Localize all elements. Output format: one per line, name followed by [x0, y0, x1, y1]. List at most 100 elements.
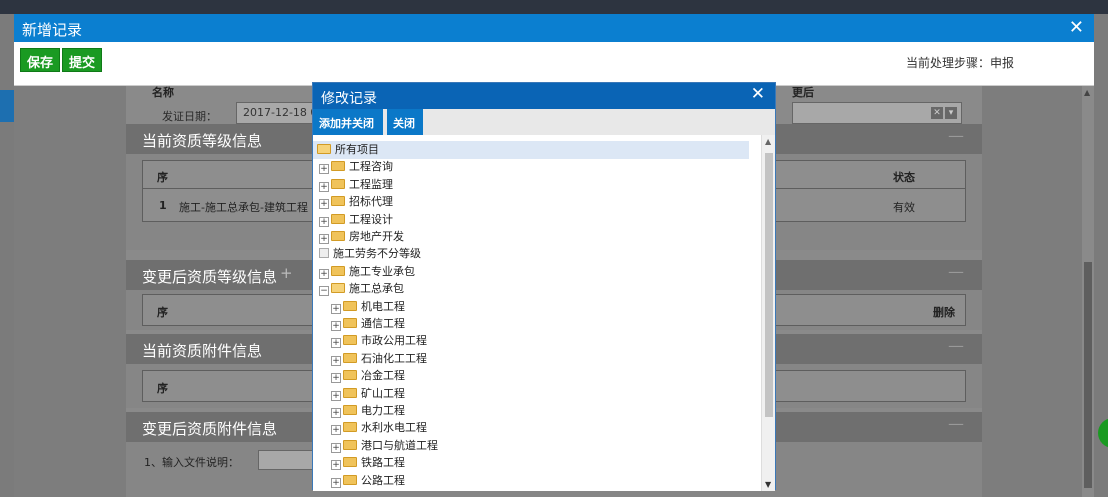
tree-node-label: 房地产开发: [349, 230, 404, 243]
folder-icon: [343, 439, 357, 450]
tree-node[interactable]: + 港口与航道工程: [331, 437, 438, 455]
expand-icon[interactable]: +: [331, 408, 341, 418]
tree-node[interactable]: 施工劳务不分等级: [319, 245, 421, 263]
tree-node[interactable]: + 石油化工工程: [331, 350, 427, 368]
tree-node[interactable]: + 电力工程: [331, 402, 405, 420]
close-icon[interactable]: ✕: [1069, 17, 1084, 38]
tree-node-label: 石油化工工程: [361, 351, 427, 365]
scroll-down-icon[interactable]: ▼: [765, 480, 771, 489]
collapse-icon[interactable]: —: [948, 262, 964, 281]
name-label: 名称: [152, 86, 174, 99]
tree-node-label: 冶金工程: [361, 369, 405, 383]
tree-node-label: 施工专业承包: [349, 264, 415, 278]
save-button[interactable]: 保存: [20, 48, 61, 72]
col-seq: 序: [157, 171, 168, 184]
tree-node-label: 工程咨询: [349, 160, 393, 174]
tree-node[interactable]: + 机电工程: [331, 298, 405, 316]
after-select[interactable]: ✕ ▾: [792, 102, 962, 124]
main-toolbar: 保存 提交 当前处理步骤：申报: [14, 42, 1094, 86]
tree-node[interactable]: 所有项目: [313, 141, 749, 159]
expand-icon[interactable]: +: [319, 216, 329, 227]
background-topbar: [0, 0, 1108, 14]
tree-node[interactable]: + 施工专业承包: [319, 263, 415, 281]
col-status: 状态: [893, 171, 915, 184]
tree-node-label: 矿山工程: [361, 386, 405, 400]
add-and-close-button[interactable]: 添加并关闭: [313, 109, 383, 135]
tree-node[interactable]: + 矿山工程: [331, 385, 405, 403]
scroll-thumb[interactable]: [765, 153, 773, 417]
folder-icon: [331, 196, 345, 207]
expand-icon[interactable]: +: [331, 338, 341, 349]
tree-node[interactable]: + 工程监理: [319, 176, 393, 194]
file-description-input[interactable]: [258, 450, 318, 470]
section-title: 变更后资质附件信息: [142, 420, 278, 438]
expand-icon[interactable]: +: [331, 355, 341, 366]
folder-icon: [343, 422, 357, 433]
expand-icon[interactable]: +: [331, 390, 341, 401]
tree-node[interactable]: − 施工总承包: [319, 280, 404, 298]
submit-button[interactable]: 提交: [62, 48, 103, 72]
main-title: 新增记录: [22, 21, 83, 39]
tree-node[interactable]: + 冶金工程: [331, 367, 405, 385]
tree-node[interactable]: + 工程设计: [319, 211, 393, 229]
issue-date-label: 发证日期：: [162, 110, 217, 123]
folder-icon: [343, 387, 357, 398]
tree-node[interactable]: + 铁路工程: [331, 454, 405, 472]
expand-icon[interactable]: +: [319, 234, 329, 244]
clear-icon[interactable]: ✕: [931, 107, 943, 119]
expand-icon[interactable]: +: [331, 373, 341, 384]
tree-node[interactable]: + 水利水电工程: [331, 419, 427, 437]
col-seq: 序: [157, 382, 168, 395]
collapse-icon[interactable]: —: [948, 414, 964, 433]
edit-record-dialog: 修改记录 ✕ 添加并关闭 关闭 所有项目 + 工程咨询 + 工程监理 + 招标代理 + 工程设计…: [312, 82, 776, 491]
modal-toolbar: 添加并关闭 关闭: [313, 109, 775, 135]
tree-node[interactable]: + 公路工程: [331, 472, 405, 490]
collapse-icon[interactable]: —: [948, 126, 964, 145]
expand-icon[interactable]: +: [331, 425, 341, 436]
expand-icon[interactable]: +: [331, 303, 341, 314]
expand-icon[interactable]: +: [319, 181, 329, 192]
close-icon[interactable]: ✕: [751, 84, 765, 104]
tree-node-label: 铁路工程: [361, 456, 405, 470]
expand-icon[interactable]: +: [331, 460, 341, 471]
tree-node-label: 工程监理: [349, 177, 393, 191]
main-scrollbar[interactable]: ▲: [1082, 86, 1094, 497]
leaf-node-icon: [319, 248, 329, 259]
tree-node[interactable]: + 通信工程: [331, 315, 405, 333]
expand-icon[interactable]: +: [319, 199, 329, 210]
row-qualification: 施工-施工总承包-建筑工程: [179, 201, 308, 214]
col-delete: 删除: [933, 306, 955, 319]
scroll-thumb[interactable]: [1084, 262, 1092, 488]
floating-help-button[interactable]: [1098, 418, 1108, 448]
tree-node[interactable]: + 招标代理: [319, 193, 393, 211]
row-status: 有效: [893, 201, 915, 214]
tree-node-label: 电力工程: [361, 404, 405, 417]
tree-node-label: 施工劳务不分等级: [333, 247, 421, 261]
expand-icon[interactable]: +: [319, 268, 329, 279]
issue-date-input[interactable]: 2017-12-18 00: [236, 102, 316, 124]
tree-node[interactable]: + 市政公用工程: [331, 332, 427, 350]
file-description-label: 1、输入文件说明：: [144, 456, 239, 469]
tree-node-label: 水利水电工程: [361, 421, 427, 435]
scroll-up-icon[interactable]: ▲: [765, 137, 771, 146]
modal-title: 修改记录: [321, 91, 377, 107]
tree-scrollbar[interactable]: ▲ ▼: [761, 135, 775, 491]
col-seq: 序: [157, 306, 168, 319]
scroll-up-icon[interactable]: ▲: [1084, 88, 1090, 97]
expand-icon[interactable]: +: [319, 164, 329, 175]
expand-icon[interactable]: +: [331, 477, 341, 488]
tree-node-label: 机电工程: [361, 299, 405, 313]
folder-icon: [343, 457, 357, 468]
folder-icon: [331, 231, 345, 241]
add-icon[interactable]: +: [280, 264, 293, 282]
tree-node[interactable]: + 工程咨询: [319, 158, 393, 176]
close-button[interactable]: 关闭: [387, 109, 423, 135]
expand-icon[interactable]: +: [331, 442, 341, 453]
after-label: 更后: [792, 86, 814, 99]
tree-node-label: 施工总承包: [349, 282, 404, 296]
collapse-icon[interactable]: −: [319, 286, 329, 297]
collapse-icon[interactable]: —: [948, 336, 964, 355]
chevron-down-icon[interactable]: ▾: [945, 107, 957, 119]
expand-icon[interactable]: +: [331, 321, 341, 331]
tree-node[interactable]: + 房地产开发: [319, 228, 404, 246]
